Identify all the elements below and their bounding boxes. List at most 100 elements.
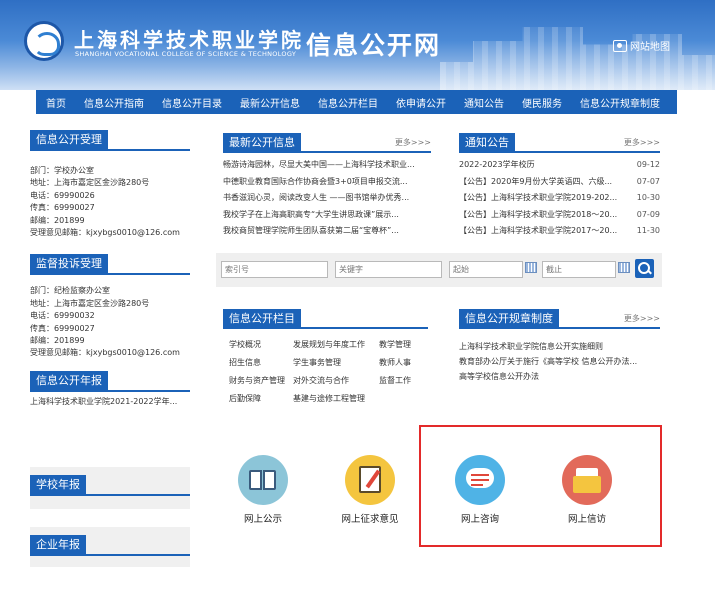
school-logo-icon[interactable] xyxy=(24,21,64,61)
complaint-info: 部门：纪检监察办公室 地址：上海市嘉定区金沙路280号 电话：69990032 … xyxy=(30,275,190,359)
news-title: 中德职业教育国际合作协商会暨3+0项目申报交流... xyxy=(223,176,408,186)
start-date-input[interactable]: 起始 xyxy=(449,261,523,278)
rules-list: 上海科学技术职业学院信息公开实施细则 教育部办公厅关于施行《高等学校 信息公开办… xyxy=(459,329,660,384)
columns-title: 信息公开栏目 xyxy=(223,309,301,329)
school-report-title[interactable]: 学校年报 xyxy=(30,475,86,494)
latest-title: 最新公开信息 xyxy=(223,133,301,153)
news-title: 畅游诗海园林，尽显大美中国——上海科学技术职业... xyxy=(223,160,415,169)
nav-rules[interactable]: 信息公开规章制度 xyxy=(580,95,660,110)
notice-item-date: 11-30 xyxy=(636,226,660,235)
school-name-cn: 上海科学技术职业学院 xyxy=(74,28,304,52)
info-line[interactable]: 受理意见邮箱：kjxybgs0010@126.com xyxy=(30,347,190,359)
column-link[interactable]: 学生事务管理 xyxy=(293,357,341,368)
nav-notice[interactable]: 通知公告 xyxy=(464,95,504,110)
column-link[interactable]: 教学管理 xyxy=(379,339,411,350)
column-link[interactable]: 监督工作 xyxy=(379,375,411,386)
notice-title: 通知公告 xyxy=(459,133,515,153)
list-item[interactable]: 我校学子在上海高职高专“大学生讲思政课”展示... xyxy=(223,207,431,224)
complaint-title: 监督投诉受理 xyxy=(30,254,108,274)
notice-panel: 通知公告 更多>>> 2022-2023学年校历 09-12 【公告】2020年9… xyxy=(459,133,660,240)
info-line: 传真：69990027 xyxy=(30,203,95,213)
rule-title: 高等学校信息公开办法 xyxy=(459,372,539,381)
column-link[interactable]: 学校概况 xyxy=(229,339,261,350)
annual-header: 信息公开年报 xyxy=(30,369,190,392)
column-link[interactable]: 后勤保障 xyxy=(229,393,261,404)
online-opinion-button[interactable]: 网上征求意见 xyxy=(330,455,410,525)
list-item[interactable]: 高等学校信息公开办法 xyxy=(459,369,660,384)
nav-latest[interactable]: 最新公开信息 xyxy=(240,95,300,110)
column-link[interactable]: 教师人事 xyxy=(379,357,411,368)
sitemap-link[interactable]: 网站地图 xyxy=(613,38,670,53)
info-line: 传真：69990027 xyxy=(30,323,95,333)
calendar-icon[interactable] xyxy=(525,262,537,273)
list-item[interactable]: 【公告】上海科学技术职业学院2019-202... 10-30 xyxy=(459,190,660,207)
notice-list: 2022-2023学年校历 09-12 【公告】2020年9月份大学英语四、六级.… xyxy=(459,153,660,240)
list-item[interactable]: 我校商贸管理学院师生团队喜获第二届“宝尊杯”... xyxy=(223,223,431,240)
column-link[interactable]: 财务与资产管理 xyxy=(229,375,285,386)
calendar-icon[interactable] xyxy=(618,262,630,273)
list-item[interactable]: 2022-2023学年校历 09-12 xyxy=(459,157,660,174)
info-line: 部门：纪检监察办公室 xyxy=(30,286,110,296)
nav-service[interactable]: 便民服务 xyxy=(522,95,562,110)
search-bar: 索引号 关键字 起始 截止 xyxy=(216,253,662,287)
nav-catalog[interactable]: 信息公开目录 xyxy=(162,95,222,110)
list-item[interactable]: 【公告】上海科学技术职业学院2018～20... 07-09 xyxy=(459,207,660,224)
list-item[interactable]: 书香滋润心灵，阅读改变人生 ——图书馆举办优秀... xyxy=(223,190,431,207)
service-label: 网上征求意见 xyxy=(341,514,399,525)
main-nav: 首页 信息公开指南 信息公开目录 最新公开信息 信息公开栏目 依申请公开 通知公… xyxy=(36,90,677,114)
list-item[interactable]: 【公告】2020年9月份大学英语四、六级... 07-07 xyxy=(459,174,660,191)
info-line[interactable]: 受理意见邮箱：kjxybgs0010@126.com xyxy=(30,227,190,239)
rules-head: 信息公开规章制度 更多>>> xyxy=(459,309,660,329)
end-date-input[interactable]: 截止 xyxy=(542,261,616,278)
rule-title: 教育部办公厅关于施行《高等学校 信息公开办法... xyxy=(459,357,638,366)
nav-columns[interactable]: 信息公开栏目 xyxy=(318,95,378,110)
list-item[interactable]: 【公告】上海科学技术职业学院2017～20... 11-30 xyxy=(459,223,660,240)
column-link[interactable]: 对外交流与合作 xyxy=(293,375,349,386)
enterprise-report-title[interactable]: 企业年报 xyxy=(30,535,86,554)
columns-panel: 信息公开栏目 学校概况 发展规划与年度工作 教学管理 招生信息 学生事务管理 教… xyxy=(223,309,428,409)
notice-item-title: 【公告】上海科学技术职业学院2019-202... xyxy=(459,193,618,202)
annual-item[interactable]: 上海科学技术职业学院2021-2022学年... xyxy=(30,392,190,408)
list-item[interactable]: 上海科学技术职业学院信息公开实施细则 xyxy=(459,339,660,354)
rule-title: 上海科学技术职业学院信息公开实施细则 xyxy=(459,342,603,351)
list-item[interactable]: 畅游诗海园林，尽显大美中国——上海科学技术职业... xyxy=(223,157,431,174)
notice-head: 通知公告 更多>>> xyxy=(459,133,660,153)
info-line: 地址：上海市嘉定区金沙路280号 xyxy=(30,298,150,308)
site-title: 信息公开网 xyxy=(306,31,442,60)
service-label: 网上公示 xyxy=(243,514,282,525)
column-link[interactable]: 基建与途修工程管理 xyxy=(293,393,365,404)
complaint-header: 监督投诉受理 xyxy=(30,252,190,276)
annual-title: 信息公开年报 xyxy=(30,370,108,390)
school-report-box: 学校年报 xyxy=(30,467,190,509)
sitemap-icon xyxy=(613,39,627,52)
search-button[interactable] xyxy=(635,259,654,278)
column-link[interactable]: 招生信息 xyxy=(229,357,261,368)
list-item[interactable]: 中德职业教育国际合作协商会暨3+0项目申报交流... xyxy=(223,174,431,191)
index-number-input[interactable]: 索引号 xyxy=(221,261,328,278)
sitemap-label: 网站地图 xyxy=(630,42,670,53)
notice-item-date: 07-09 xyxy=(636,209,660,219)
latest-list: 畅游诗海园林，尽显大美中国——上海科学技术职业... 中德职业教育国际合作协商会… xyxy=(223,153,431,240)
accept-info: 部门：学校办公室 地址：上海市嘉定区金沙路280号 电话：69990026 传真… xyxy=(30,151,190,239)
latest-head: 最新公开信息 更多>>> xyxy=(223,133,431,153)
notice-item-title: 【公告】2020年9月份大学英语四、六级... xyxy=(459,176,613,186)
news-title: 我校学子在上海高职高专“大学生讲思政课”展示... xyxy=(223,209,399,219)
nav-guide[interactable]: 信息公开指南 xyxy=(84,95,144,110)
notice-item-date: 10-30 xyxy=(636,193,660,202)
notice-more-link[interactable]: 更多>>> xyxy=(624,137,660,148)
column-link[interactable]: 发展规划与年度工作 xyxy=(293,339,365,350)
rules-more-link[interactable]: 更多>>> xyxy=(624,313,660,324)
rules-panel: 信息公开规章制度 更多>>> 上海科学技术职业学院信息公开实施细则 教育部办公厅… xyxy=(459,309,660,384)
school-report-header: 学校年报 xyxy=(30,473,190,496)
keyword-input[interactable]: 关键字 xyxy=(335,261,442,278)
nav-home[interactable]: 首页 xyxy=(46,95,66,110)
news-title: 我校商贸管理学院师生团队喜获第二届“宝尊杯”... xyxy=(223,226,399,235)
online-publicity-button[interactable]: 网上公示 xyxy=(223,455,303,525)
notice-item-date: 09-12 xyxy=(636,160,660,169)
news-title: 书香滋润心灵，阅读改变人生 ——图书馆举办优秀... xyxy=(223,193,410,202)
nav-apply[interactable]: 依申请公开 xyxy=(396,95,446,110)
list-item[interactable]: 教育部办公厅关于施行《高等学校 信息公开办法... xyxy=(459,354,660,369)
accept-title: 信息公开受理 xyxy=(30,130,108,149)
book-icon xyxy=(238,455,288,505)
latest-more-link[interactable]: 更多>>> xyxy=(395,137,431,148)
